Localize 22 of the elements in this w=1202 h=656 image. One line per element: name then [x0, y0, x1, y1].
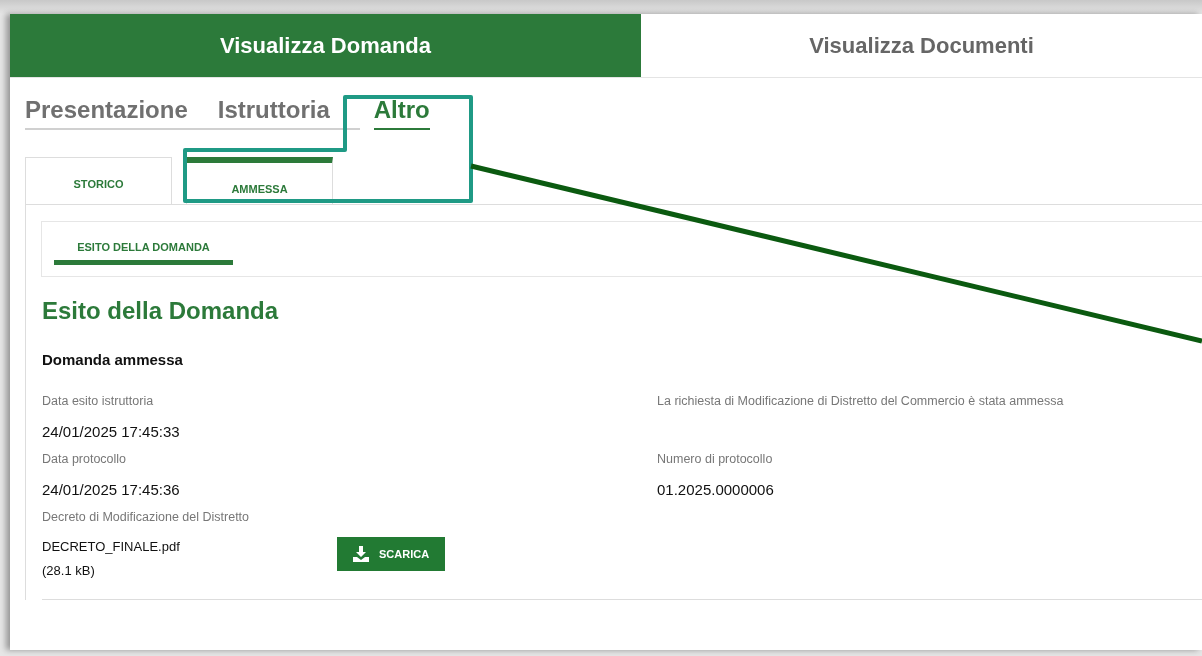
- file-name: DECRETO_FINALE.pdf: [42, 538, 181, 556]
- section-tab[interactable]: Istruttoria: [217, 96, 360, 130]
- section-tab[interactable]: Altro: [373, 96, 430, 130]
- download-icon: [353, 546, 369, 562]
- status-text: Domanda ammessa: [42, 351, 184, 368]
- field-label: Data esito istruttoria: [42, 394, 155, 408]
- section-tab[interactable]: Presentazione: [25, 96, 218, 130]
- download-button[interactable]: SCARICA: [337, 537, 446, 571]
- field-value: 24/01/2025 17:45:36: [42, 481, 181, 498]
- inner-tab[interactable]: ESITO DELLA DOMANDA: [54, 222, 233, 265]
- sub-tab[interactable]: STORICO: [25, 157, 172, 204]
- file-size: (28.1 kB): [42, 562, 96, 580]
- view-tab[interactable]: Visualizza Domanda: [10, 14, 641, 77]
- field-label: Numero di protocollo: [657, 452, 774, 466]
- view-tab[interactable]: Visualizza Documenti: [641, 14, 1202, 77]
- sub-tab[interactable]: AMMESSA: [186, 157, 333, 204]
- field-value: 01.2025.0000006: [657, 481, 775, 498]
- field-label: Decreto di Modificazione del Distretto: [42, 510, 251, 524]
- field-label: La richiesta di Modificazione di Distretto del Commercio è stata ammessa: [657, 394, 1065, 408]
- field-label: Data protocollo: [42, 452, 128, 466]
- field-value: 24/01/2025 17:45:33: [42, 423, 181, 440]
- section-heading: Esito della Domanda: [42, 297, 280, 325]
